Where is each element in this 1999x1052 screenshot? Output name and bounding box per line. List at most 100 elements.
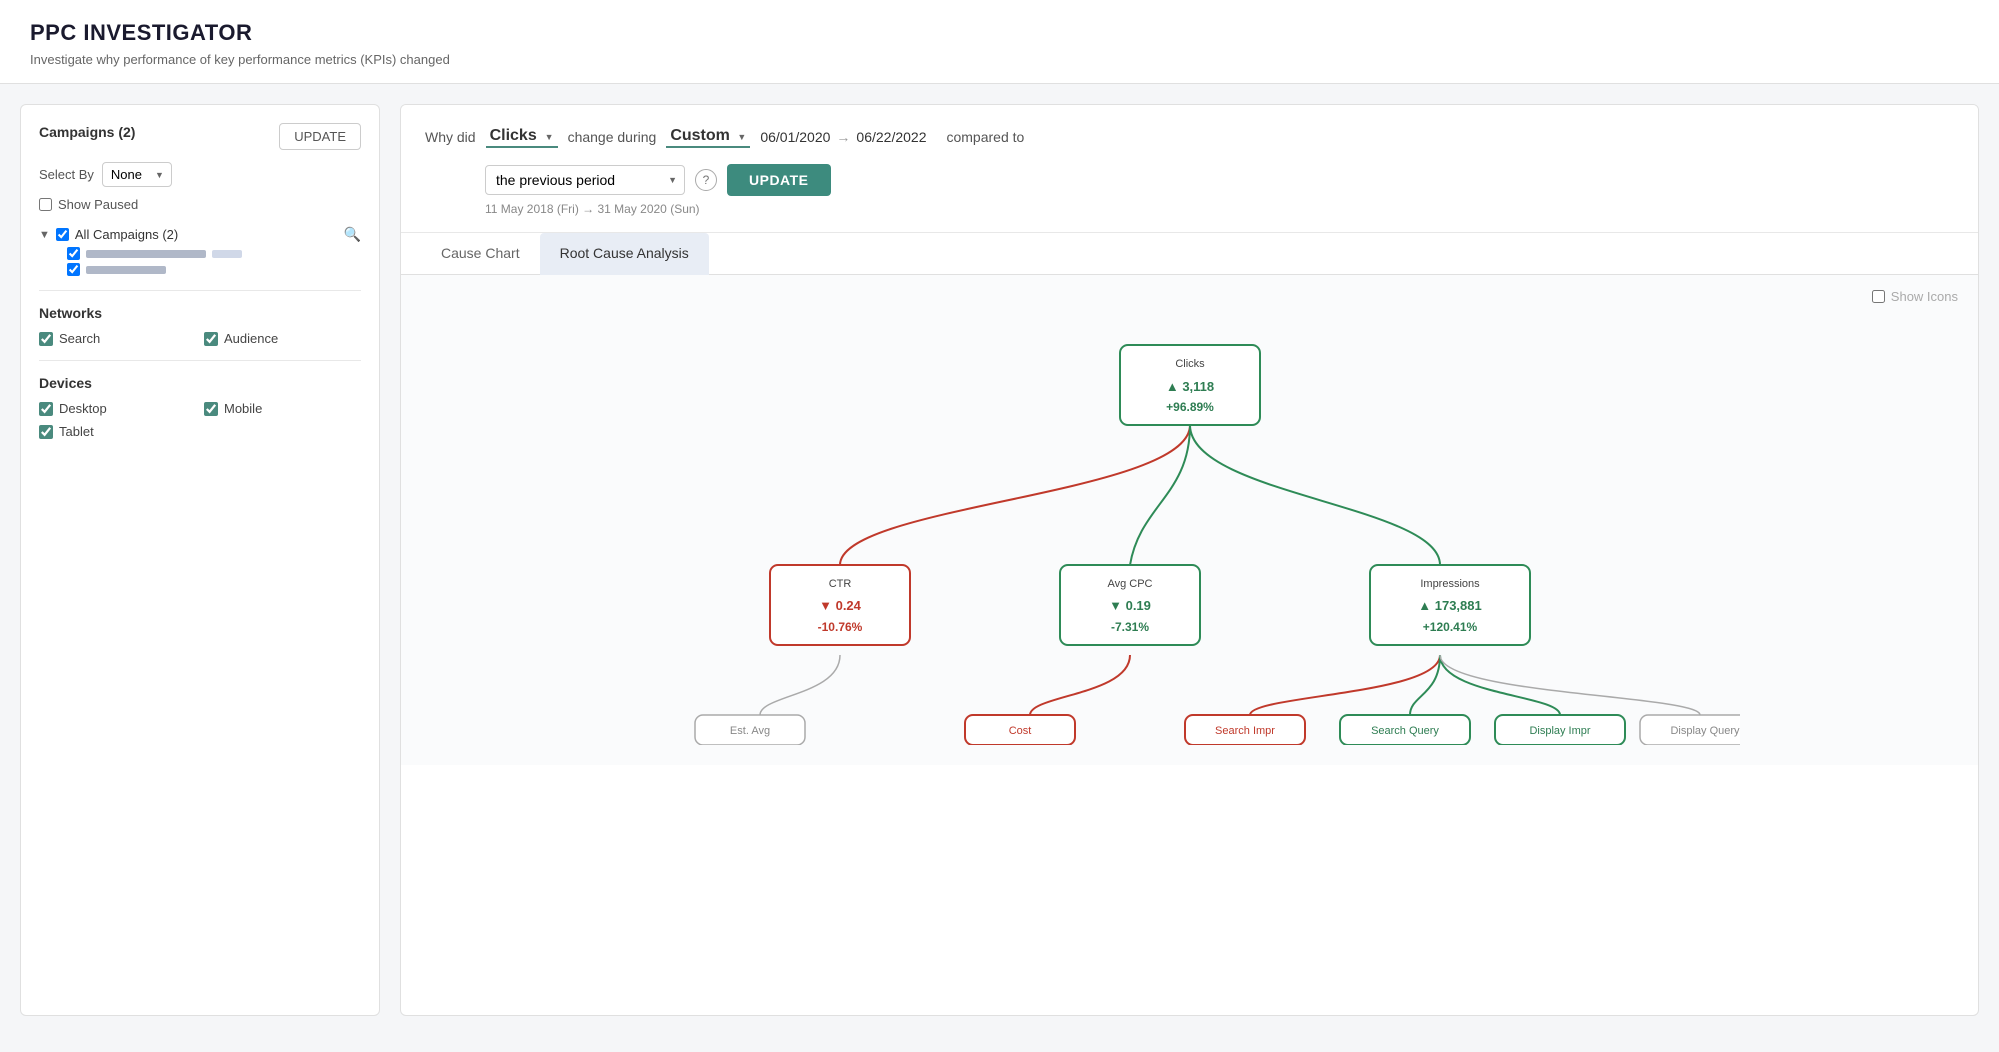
node-avgcpc-pct: -7.31%	[1110, 620, 1148, 634]
network-search-item[interactable]: Search	[39, 331, 196, 346]
campaign-search-icon[interactable]: 🔍	[344, 226, 361, 243]
query-bar: Why did Clicks change during Custom 06/0…	[401, 105, 1978, 233]
chart-area: Show Icons	[401, 275, 1978, 765]
sidebar: Campaigns (2) UPDATE Select By None Show…	[20, 104, 380, 1016]
show-paused-checkbox[interactable]	[39, 198, 52, 211]
network-audience-checkbox[interactable]	[204, 332, 218, 346]
device-mobile-label: Mobile	[224, 401, 262, 416]
kpi-dropdown-wrapper[interactable]: Clicks	[486, 125, 558, 148]
sub-campaign-2-checkbox[interactable]	[67, 263, 80, 276]
line-ctr-estavg	[760, 655, 840, 715]
node-ctr-pct: -10.76%	[817, 620, 862, 634]
tabs-bar: Cause Chart Root Cause Analysis	[401, 233, 1978, 275]
tab-root-cause[interactable]: Root Cause Analysis	[540, 233, 709, 275]
main-layout: Campaigns (2) UPDATE Select By None Show…	[0, 84, 1999, 1036]
date-end: 06/22/2022	[856, 129, 926, 145]
kpi-dropdown[interactable]: Clicks	[486, 125, 558, 148]
network-search-checkbox[interactable]	[39, 332, 53, 346]
divider-1	[39, 290, 361, 291]
sidebar-header: Campaigns (2) UPDATE	[39, 123, 361, 150]
node-clicks-pct: +96.89%	[1166, 400, 1214, 414]
node-clicks-label: Clicks	[1175, 358, 1205, 370]
device-desktop-checkbox[interactable]	[39, 402, 53, 416]
compared-to-label: compared to	[946, 129, 1024, 145]
page-title: PPC INVESTIGATOR	[30, 20, 1969, 46]
change-during-label: change during	[568, 129, 657, 145]
show-icons-label: Show Icons	[1891, 289, 1958, 304]
period-type-dropdown[interactable]: Custom	[666, 125, 750, 148]
page-subtitle: Investigate why performance of key perfo…	[30, 52, 1969, 67]
show-paused-checkbox-label[interactable]: Show Paused	[39, 197, 361, 212]
all-campaigns-checkbox[interactable]	[56, 228, 69, 241]
why-did-label: Why did	[425, 129, 476, 145]
node-impressions-pct: +120.41%	[1422, 620, 1477, 634]
help-icon[interactable]: ?	[695, 169, 717, 191]
period-date-hint: 11 May 2018 (Fri) → 31 May 2020 (Sun)	[425, 202, 1954, 216]
node-searchimpr-label: Search Impr	[1215, 725, 1275, 737]
networks-grid: Search Audience	[39, 331, 361, 346]
devices-title: Devices	[39, 375, 361, 391]
show-paused-label: Show Paused	[58, 197, 138, 212]
date-range: 06/01/2020 → 06/22/2022	[760, 129, 926, 145]
sub-campaign-2-bar	[86, 266, 166, 274]
query-row-2: the previous period ? UPDATE	[425, 164, 1954, 196]
node-displayimpr-label: Display Impr	[1529, 725, 1590, 737]
tab-cause-chart[interactable]: Cause Chart	[421, 233, 540, 275]
line-root-avgcpc	[1130, 425, 1190, 565]
node-clicks-value: ▲ 3,118	[1165, 379, 1213, 394]
query-row-1: Why did Clicks change during Custom 06/0…	[425, 125, 1954, 148]
sub-campaign-1-bar2	[212, 250, 242, 258]
device-section: Devices Desktop Mobile Tablet	[39, 375, 361, 439]
device-mobile-item[interactable]: Mobile	[204, 401, 361, 416]
node-avgcpc-value: ▼ 0.19	[1109, 598, 1151, 613]
devices-grid: Desktop Mobile Tablet	[39, 401, 361, 439]
line-root-ctr	[840, 425, 1190, 565]
show-icons-check[interactable]: Show Icons	[1872, 289, 1958, 304]
node-estavg-label: Est. Avg	[729, 725, 769, 737]
select-by-dropdown[interactable]: None	[102, 162, 172, 187]
tree-container: Clicks ▲ 3,118 +96.89% CTR ▼ 0.24 -10.76…	[421, 295, 1958, 745]
select-by-wrapper[interactable]: None	[102, 162, 172, 187]
sub-campaign-1	[67, 247, 361, 260]
node-ctr-label: CTR	[828, 578, 851, 590]
sidebar-update-button[interactable]: UPDATE	[279, 123, 361, 150]
select-by-label: Select By	[39, 167, 94, 182]
device-desktop-item[interactable]: Desktop	[39, 401, 196, 416]
page-header: PPC INVESTIGATOR Investigate why perform…	[0, 0, 1999, 84]
sub-campaign-1-bar	[86, 250, 206, 258]
device-tablet-label: Tablet	[59, 424, 94, 439]
date-start: 06/01/2020	[760, 129, 830, 145]
line-root-impressions	[1190, 425, 1440, 565]
campaign-tree: ▼ All Campaigns (2) 🔍	[39, 226, 361, 276]
sub-campaign-2	[67, 263, 361, 276]
tree-toggle[interactable]: ▼	[39, 229, 50, 241]
line-avgcpc-cost	[1030, 655, 1130, 715]
device-tablet-checkbox[interactable]	[39, 425, 53, 439]
date-arrow: →	[836, 129, 850, 145]
line-impr-displayquery	[1440, 655, 1700, 715]
main-panel: Why did Clicks change during Custom 06/0…	[400, 104, 1979, 1016]
device-mobile-checkbox[interactable]	[204, 402, 218, 416]
query-update-button[interactable]: UPDATE	[727, 164, 831, 196]
network-section: Networks Search Audience	[39, 305, 361, 346]
network-audience-item[interactable]: Audience	[204, 331, 361, 346]
network-audience-label: Audience	[224, 331, 278, 346]
comparison-period-wrapper[interactable]: the previous period	[485, 165, 685, 195]
comparison-period-dropdown[interactable]: the previous period	[485, 165, 685, 195]
campaigns-title: Campaigns (2)	[39, 124, 135, 140]
node-avgcpc-label: Avg CPC	[1107, 578, 1152, 590]
select-by-row: Select By None	[39, 162, 361, 187]
node-impressions-label: Impressions	[1420, 578, 1480, 590]
device-tablet-item[interactable]: Tablet	[39, 424, 196, 439]
divider-2	[39, 360, 361, 361]
tree-svg: Clicks ▲ 3,118 +96.89% CTR ▼ 0.24 -10.76…	[640, 295, 1740, 745]
all-campaigns-label: All Campaigns (2)	[75, 227, 178, 242]
sub-campaign-1-checkbox[interactable]	[67, 247, 80, 260]
node-searchquery-label: Search Query	[1371, 725, 1439, 737]
period-type-dropdown-wrapper[interactable]: Custom	[666, 125, 750, 148]
device-desktop-label: Desktop	[59, 401, 107, 416]
show-icons-checkbox[interactable]	[1872, 290, 1885, 303]
all-campaigns-row: ▼ All Campaigns (2) 🔍	[39, 226, 361, 243]
node-ctr-value: ▼ 0.24	[819, 598, 862, 613]
node-displayquery-label: Display Query	[1670, 725, 1740, 737]
